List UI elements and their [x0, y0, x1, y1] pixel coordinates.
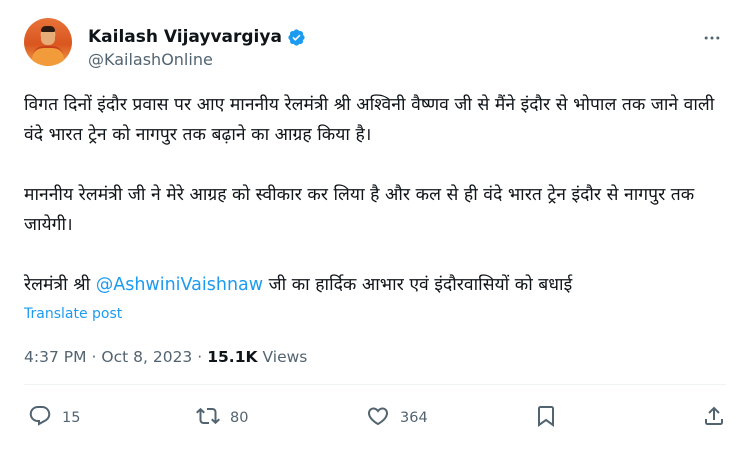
share-button[interactable]	[702, 404, 726, 432]
reply-button[interactable]: 15	[28, 404, 80, 432]
author-handle[interactable]: @KailashOnline	[88, 50, 306, 69]
mention-link[interactable]: @AshwiniVaishnaw	[96, 275, 263, 295]
meta-separator: ·	[197, 348, 203, 366]
repost-count: 80	[230, 410, 249, 426]
name-row: Kailash Vijayvargiya	[88, 27, 306, 47]
text-after-mention: जी का हार्दिक आभार एवं इंदौरवासियों को ब…	[263, 275, 573, 295]
author-name[interactable]: Kailash Vijayvargiya	[88, 27, 282, 47]
more-icon[interactable]	[698, 24, 726, 52]
tweet-date[interactable]: Oct 8, 2023	[101, 348, 192, 366]
avatar-hair	[41, 26, 55, 32]
author-identity: Kailash Vijayvargiya @KailashOnline	[88, 18, 306, 78]
like-count: 364	[400, 410, 428, 426]
views-count[interactable]: 15.1K	[207, 348, 257, 366]
repost-icon	[196, 404, 220, 432]
tweet-time[interactable]: 4:37 PM	[24, 348, 86, 366]
bookmark-icon	[534, 404, 558, 432]
avatar[interactable]	[24, 18, 72, 66]
verified-badge-icon[interactable]	[287, 28, 306, 47]
repost-button[interactable]: 80	[196, 404, 248, 432]
divider	[24, 384, 726, 385]
tweet-text: विगत दिनों इंदौर प्रवास पर आए माननीय रेल…	[24, 90, 724, 300]
action-bar: 15 80 364	[24, 404, 726, 436]
like-button[interactable]: 364	[366, 404, 428, 432]
meta-separator: ·	[91, 348, 97, 366]
views-label: Views	[262, 348, 308, 366]
share-icon	[702, 404, 726, 432]
avatar-shirt	[32, 46, 64, 66]
like-icon	[366, 404, 390, 432]
tweet-card: Kailash Vijayvargiya @KailashOnline विगत…	[0, 0, 750, 458]
reply-icon	[28, 404, 52, 432]
translate-link[interactable]: Translate post	[24, 306, 122, 322]
text-before-mention: रेलमंत्री श्री	[24, 275, 96, 295]
reply-count: 15	[62, 410, 81, 426]
tweet-paragraph-last: रेलमंत्री श्री @AshwiniVaishnaw जी का हा…	[24, 270, 724, 300]
avatar-face	[41, 30, 55, 45]
tweet-paragraph: माननीय रेलमंत्री जी ने मेरे आग्रह को स्व…	[24, 185, 695, 235]
tweet-meta: 4:37 PM · Oct 8, 2023 · 15.1K Views	[24, 348, 307, 366]
bookmark-button[interactable]	[534, 404, 558, 432]
tweet-paragraph: विगत दिनों इंदौर प्रवास पर आए माननीय रेल…	[24, 95, 715, 145]
tweet-header: Kailash Vijayvargiya @KailashOnline	[24, 18, 726, 78]
